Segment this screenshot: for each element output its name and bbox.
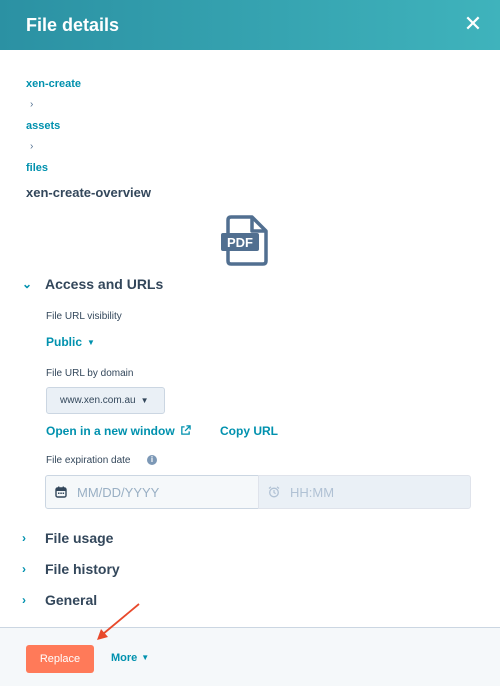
chevron-right-icon: › <box>22 531 26 545</box>
calendar-icon <box>55 486 67 498</box>
expiration-time-input[interactable]: HH:MM <box>258 475 471 509</box>
panel-header: File details <box>0 0 500 50</box>
open-new-window-link[interactable]: Open in a new window <box>46 424 191 438</box>
caret-down-icon: ▼ <box>87 338 95 347</box>
time-placeholder: HH:MM <box>290 484 335 500</box>
info-icon[interactable]: i <box>147 455 157 465</box>
breadcrumb-item-files[interactable]: files <box>26 162 48 174</box>
domain-dropdown[interactable]: www.xen.com.au ▼ <box>46 387 165 414</box>
section-access-urls-label: Access and URLs <box>45 276 164 292</box>
domain-value: www.xen.com.au <box>60 395 136 406</box>
breadcrumb-separator-icon: › <box>30 99 34 110</box>
date-placeholder: MM/DD/YYYY <box>77 484 160 500</box>
caret-down-icon: ▼ <box>140 396 149 405</box>
section-access-urls[interactable]: ⌄ Access and URLs <box>22 276 163 292</box>
pdf-file-icon: PDF <box>221 215 268 266</box>
breadcrumb-separator-icon: › <box>30 141 34 152</box>
section-general-label: General <box>45 592 98 608</box>
file-url-visibility-label: File URL visibility <box>46 311 122 322</box>
replace-button[interactable]: Replace <box>26 645 94 673</box>
breadcrumb-item-assets[interactable]: assets <box>26 120 60 132</box>
more-dropdown[interactable]: More ▼ <box>111 652 149 664</box>
section-file-history-label: File history <box>45 561 120 577</box>
file-name: xen-create-overview <box>26 185 152 200</box>
chevron-right-icon: › <box>22 562 26 576</box>
file-url-domain-label: File URL by domain <box>46 368 134 379</box>
chevron-right-icon: › <box>22 593 26 607</box>
chevron-down-icon: ⌄ <box>22 277 33 291</box>
alarm-clock-icon <box>268 486 280 498</box>
section-general[interactable]: › General <box>22 592 97 608</box>
section-file-usage[interactable]: › File usage <box>22 530 113 546</box>
visibility-dropdown[interactable]: Public ▼ <box>46 335 95 349</box>
file-expiration-label: File expiration date <box>46 455 131 466</box>
panel-title: File details <box>26 14 120 35</box>
visibility-value: Public <box>46 335 83 349</box>
more-label: More <box>111 652 138 664</box>
open-new-window-label: Open in a new window <box>46 424 175 438</box>
expiration-date-input[interactable]: MM/DD/YYYY <box>45 475 259 509</box>
external-link-icon <box>180 425 191 435</box>
pdf-icon-label: PDF <box>227 235 253 250</box>
close-icon[interactable]: ✕ <box>460 11 486 37</box>
copy-url-button[interactable]: Copy URL <box>220 424 278 438</box>
breadcrumb-item-xen-create[interactable]: xen-create <box>26 78 81 90</box>
section-file-history[interactable]: › File history <box>22 561 120 577</box>
section-file-usage-label: File usage <box>45 530 114 546</box>
caret-down-icon: ▼ <box>141 653 150 662</box>
